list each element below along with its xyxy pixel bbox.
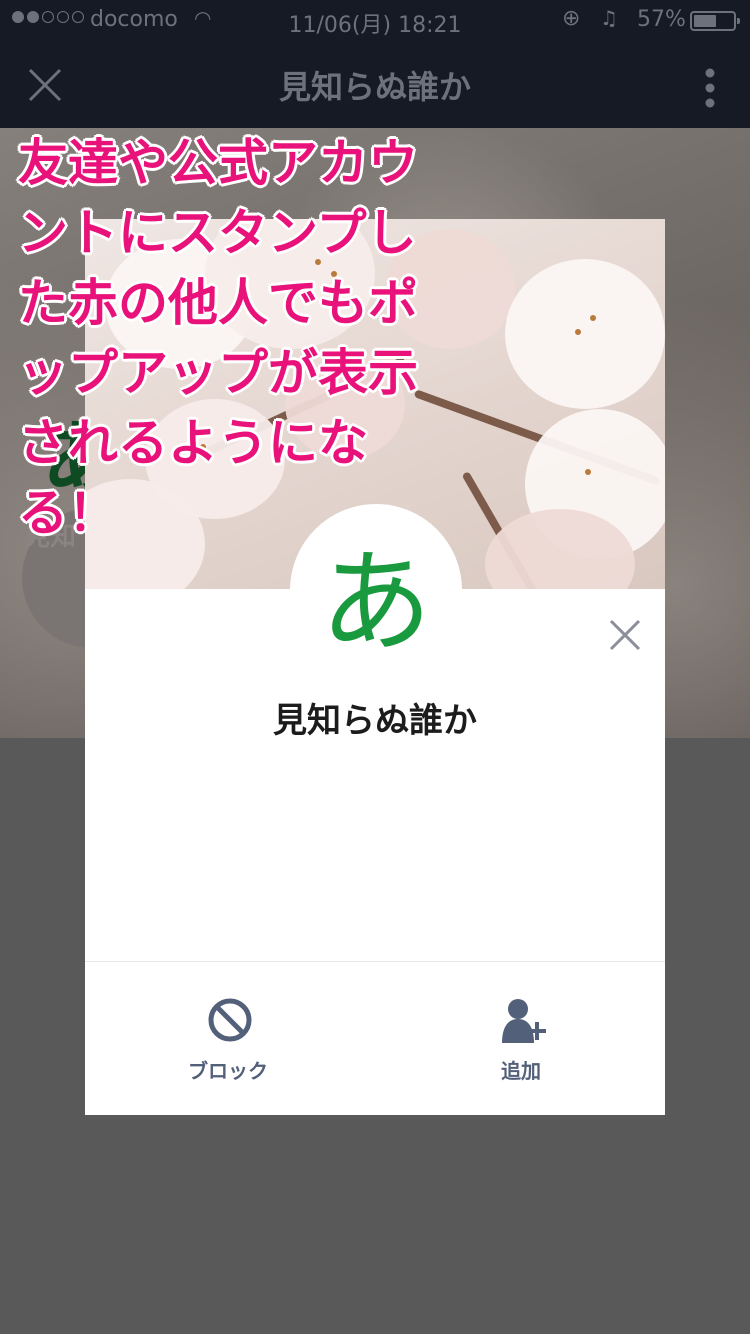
add-friend-button[interactable]: 追加	[421, 989, 621, 1089]
status-bar: docomo ◠ 11/06(月) 18:21 ⊕ ♫ 57%	[0, 0, 750, 40]
annotation-text: 友達や公式アカウ ントにスタンプし た赤の他人でもポ ップアップが表示 されるよ…	[18, 130, 438, 550]
close-icon[interactable]	[607, 617, 643, 653]
annotation-line: ップアップが表示	[18, 344, 418, 402]
profile-name: 見知らぬ誰か	[273, 701, 477, 741]
mute-bell-icon: ♫	[600, 6, 618, 30]
annotation-line: されるようにな	[18, 414, 368, 472]
add-friend-button-label: 追加	[501, 1059, 541, 1083]
annotation-line: る！	[18, 484, 118, 542]
battery-percent: 57%	[637, 7, 686, 32]
block-icon	[208, 998, 252, 1042]
nav-bar: 見知らぬ誰か	[0, 40, 750, 128]
underlying-post-count: 0 post	[24, 556, 87, 580]
add-friend-icon	[502, 999, 546, 1043]
divider	[85, 961, 665, 962]
block-button-label: ブロック	[188, 1059, 268, 1083]
annotation-line: た赤の他人でもポ	[18, 274, 418, 332]
rotation-lock-icon: ⊕	[562, 6, 581, 31]
annotation-line: ントにスタンプし	[18, 204, 417, 262]
battery-icon	[690, 11, 740, 31]
more-vertical-icon[interactable]	[704, 68, 716, 108]
block-button[interactable]: ブロック	[128, 989, 328, 1089]
page-title: 見知らぬ誰か	[278, 68, 471, 106]
annotation-line: 友達や公式アカウ	[18, 134, 418, 192]
